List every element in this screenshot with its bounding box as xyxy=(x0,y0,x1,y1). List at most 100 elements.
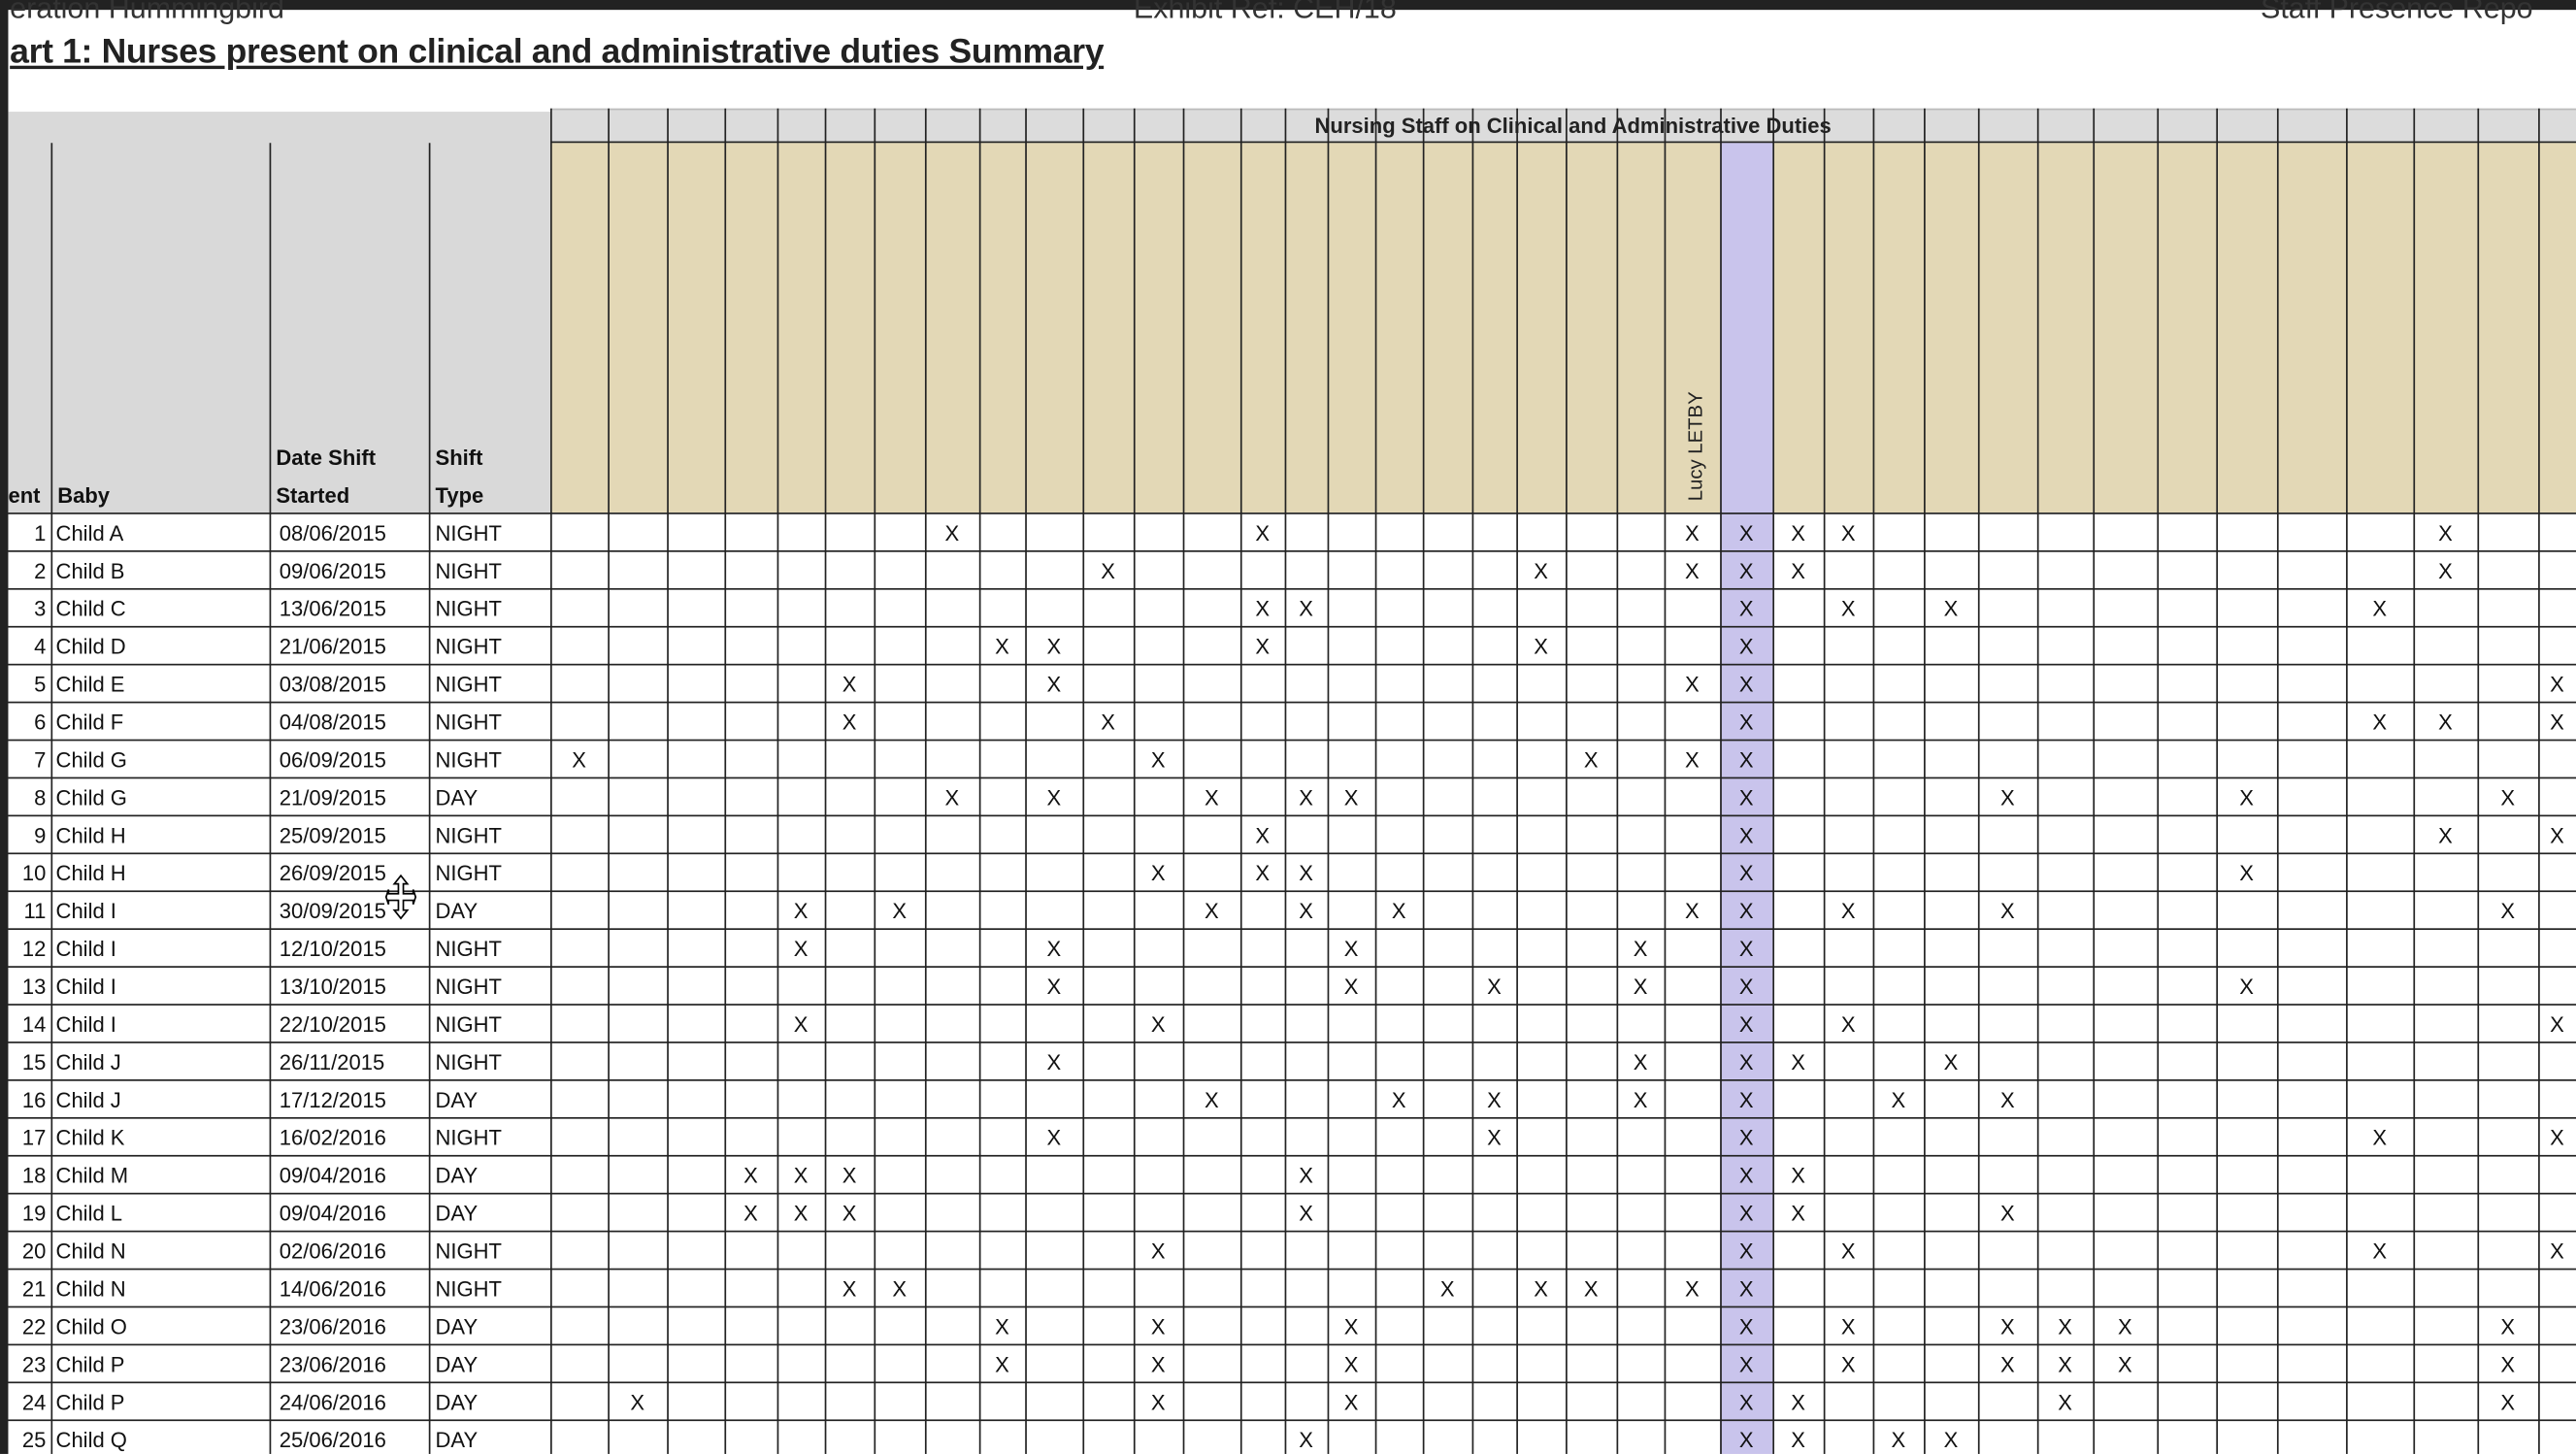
presence-mark-highlighted: X xyxy=(1738,860,1754,886)
shift-date: 09/06/2015 xyxy=(279,558,386,583)
presence-mark: X xyxy=(1299,1201,1313,1226)
presence-mark-highlighted: X xyxy=(1738,936,1754,962)
shift-date: 13/06/2015 xyxy=(279,596,386,621)
presence-mark: X xyxy=(2000,898,2015,924)
presence-mark: X xyxy=(1150,1011,1166,1038)
presence-mark: X xyxy=(1255,520,1271,545)
presence-mark: X xyxy=(1583,1276,1599,1302)
shift-type: NIGHT xyxy=(435,936,503,962)
presence-mark-highlighted: X xyxy=(1738,1163,1754,1188)
presence-mark: X xyxy=(793,936,809,962)
staff-header-redacted xyxy=(1872,143,1925,513)
presence-mark: X xyxy=(793,1011,809,1038)
row-divider xyxy=(8,1305,2576,1308)
event-number: 18 xyxy=(21,1163,47,1188)
presence-mark: X xyxy=(2118,1352,2132,1377)
row-divider xyxy=(8,1004,2576,1006)
event-number: 7 xyxy=(34,747,47,773)
row-divider xyxy=(8,739,2576,742)
baby-name: Child Q xyxy=(55,1427,127,1453)
column-divider xyxy=(667,108,669,1454)
presence-mark: X xyxy=(1391,898,1406,924)
page-title: art 1: Nurses present on clinical and ad… xyxy=(10,32,1105,71)
operation-name: eration Hummingbird xyxy=(10,0,284,25)
baby-name: Child J xyxy=(55,1049,121,1074)
presence-mark-highlighted: X xyxy=(1738,1352,1754,1377)
col-header-event: ent xyxy=(8,482,41,509)
presence-mark: X xyxy=(1391,1087,1406,1112)
presence-mark: X xyxy=(1840,1239,1856,1264)
baby-name: Child P xyxy=(55,1352,125,1377)
presence-mark: X xyxy=(1343,785,1359,810)
presence-mark: X xyxy=(1534,634,1548,659)
staff-header-redacted xyxy=(2477,143,2539,513)
col-header-shift-line1: Shift xyxy=(435,445,483,471)
baby-name: Child K xyxy=(55,1125,125,1150)
staff-header-redacted xyxy=(824,143,875,513)
staff-banner: Nursing Staff on Clinical and Administra… xyxy=(550,108,2576,144)
shift-date: 04/08/2015 xyxy=(279,710,386,735)
presence-mark: X xyxy=(1685,558,1700,583)
col-header-date-line1: Date Shift xyxy=(276,445,377,471)
event-number: 21 xyxy=(21,1276,47,1302)
shift-date: 02/06/2016 xyxy=(279,1239,386,1264)
staff-header-redacted xyxy=(1823,143,1873,513)
presence-mark: X xyxy=(892,1276,908,1302)
presence-mark: X xyxy=(1534,558,1548,583)
presence-mark-highlighted: X xyxy=(1738,1049,1754,1074)
shift-date: 23/06/2016 xyxy=(279,1314,386,1339)
presence-mark: X xyxy=(1583,747,1599,773)
presence-mark: X xyxy=(2550,1125,2564,1150)
presence-mark: X xyxy=(1891,1087,1906,1112)
presence-mark-highlighted: X xyxy=(1738,672,1754,697)
event-number: 9 xyxy=(34,822,47,848)
presence-mark: X xyxy=(995,634,1009,659)
staff-header-redacted xyxy=(776,143,825,513)
staff-header-redacted xyxy=(1025,143,1083,513)
presence-mark: X xyxy=(2000,785,2015,810)
column-divider xyxy=(428,143,431,1454)
column-divider xyxy=(824,108,827,1454)
presence-mark: X xyxy=(1299,860,1313,886)
presence-mark: X xyxy=(2239,974,2254,1000)
shift-type: DAY xyxy=(435,1163,479,1188)
shift-type: NIGHT xyxy=(435,822,503,848)
staff-header-redacted xyxy=(2216,143,2277,513)
shift-type: NIGHT xyxy=(435,596,503,621)
presence-mark: X xyxy=(995,1352,1009,1377)
shift-type: DAY xyxy=(435,1427,479,1453)
presence-mark: X xyxy=(1633,974,1648,1000)
presence-mark: X xyxy=(2372,710,2388,735)
baby-name: Child H xyxy=(55,860,126,886)
shift-date: 21/06/2015 xyxy=(279,634,386,659)
baby-name: Child I xyxy=(55,974,116,1000)
baby-name: Child M xyxy=(55,1163,129,1188)
column-divider xyxy=(1772,108,1775,1454)
column-divider xyxy=(1239,108,1242,1454)
presence-mark: X xyxy=(1101,710,1115,735)
presence-mark: X xyxy=(2438,822,2453,848)
presence-mark: X xyxy=(1204,785,1219,810)
column-divider xyxy=(2276,108,2279,1454)
presence-mark: X xyxy=(2000,1352,2015,1377)
presence-mark: X xyxy=(1046,785,1062,810)
presence-mark: X xyxy=(1633,936,1648,962)
presence-mark-highlighted: X xyxy=(1738,1276,1754,1302)
column-divider xyxy=(1616,108,1619,1454)
presence-mark: X xyxy=(1685,1276,1700,1302)
shift-type: DAY xyxy=(435,898,479,924)
shift-date: 21/09/2015 xyxy=(279,785,386,810)
shift-type: DAY xyxy=(435,1087,479,1112)
shift-date: 25/09/2015 xyxy=(279,822,386,848)
presence-mark: X xyxy=(2372,1239,2388,1264)
presence-mark: X xyxy=(842,1201,857,1226)
baby-name: Child B xyxy=(55,558,125,583)
presence-mark: X xyxy=(2239,860,2254,886)
event-number: 1 xyxy=(34,520,47,545)
shift-type: NIGHT xyxy=(435,710,503,735)
presence-mark: X xyxy=(1791,1201,1805,1226)
event-number: 11 xyxy=(23,898,47,924)
presence-mark: X xyxy=(892,898,908,924)
presence-mark: X xyxy=(944,785,960,810)
presence-mark: X xyxy=(1943,1427,1959,1453)
